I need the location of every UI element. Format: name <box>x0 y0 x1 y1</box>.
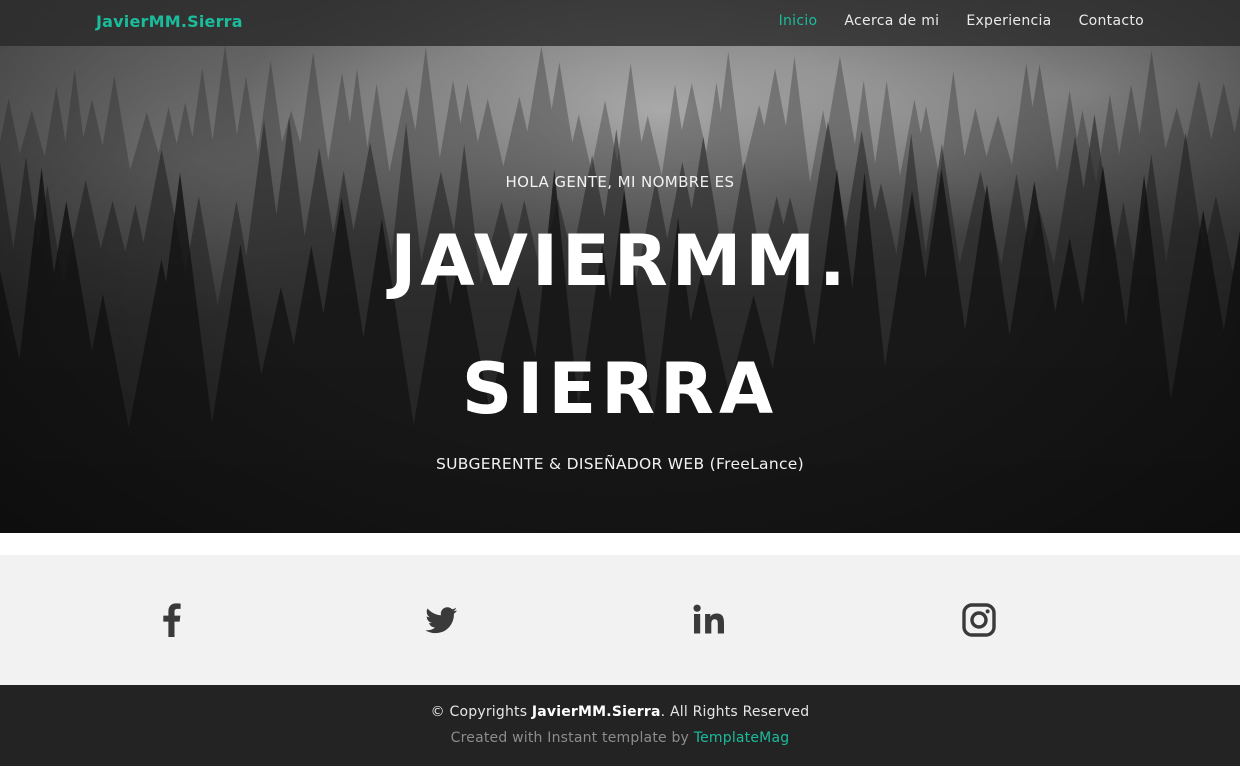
copyright-suffix: . All Rights Reserved <box>660 704 810 720</box>
main-nav: Inicio Acerca de mi Experiencia Contacto <box>779 13 1144 29</box>
hero-text: HOLA GENTE, MI NOMBRE ES JAVIERMM. SIERR… <box>0 0 1240 533</box>
hero-name-line1: JAVIERMM. <box>390 220 850 302</box>
templatemag-link[interactable]: TemplateMag <box>694 730 790 746</box>
nav-item-acerca[interactable]: Acerca de mi <box>844 13 939 29</box>
hero-greeting: HOLA GENTE, MI NOMBRE ES <box>505 173 735 191</box>
footer: © Copyrights JavierMM.Sierra. All Rights… <box>0 685 1240 766</box>
brand-logo-link[interactable]: JavierMM.Sierra <box>96 12 243 31</box>
nav-item-contacto[interactable]: Contacto <box>1079 13 1144 29</box>
copyright-prefix: © Copyrights <box>430 704 532 720</box>
credit-text: Created with Instant template by <box>450 730 694 746</box>
nav-item-experiencia[interactable]: Experiencia <box>966 13 1051 29</box>
footer-credit: Created with Instant template by Templat… <box>0 730 1240 746</box>
social-links <box>0 555 1240 685</box>
copyright-brand: JavierMM.Sierra <box>531 704 661 720</box>
hero-name-line2: SIERRA <box>461 348 779 430</box>
footer-copyright: © Copyrights JavierMM.Sierra. All Rights… <box>0 704 1240 720</box>
instagram-icon[interactable] <box>960 601 998 639</box>
nav-item-inicio[interactable]: Inicio <box>779 13 818 29</box>
linkedin-icon[interactable] <box>690 601 728 639</box>
twitter-icon[interactable] <box>422 601 460 639</box>
facebook-icon[interactable] <box>153 601 191 639</box>
hero-section: HOLA GENTE, MI NOMBRE ES JAVIERMM. SIERR… <box>0 0 1240 533</box>
hero-subtitle: SUBGERENTE & DISEÑADOR WEB (FreeLance) <box>436 455 804 473</box>
navbar: JavierMM.Sierra Inicio Acerca de mi Expe… <box>0 0 1240 46</box>
